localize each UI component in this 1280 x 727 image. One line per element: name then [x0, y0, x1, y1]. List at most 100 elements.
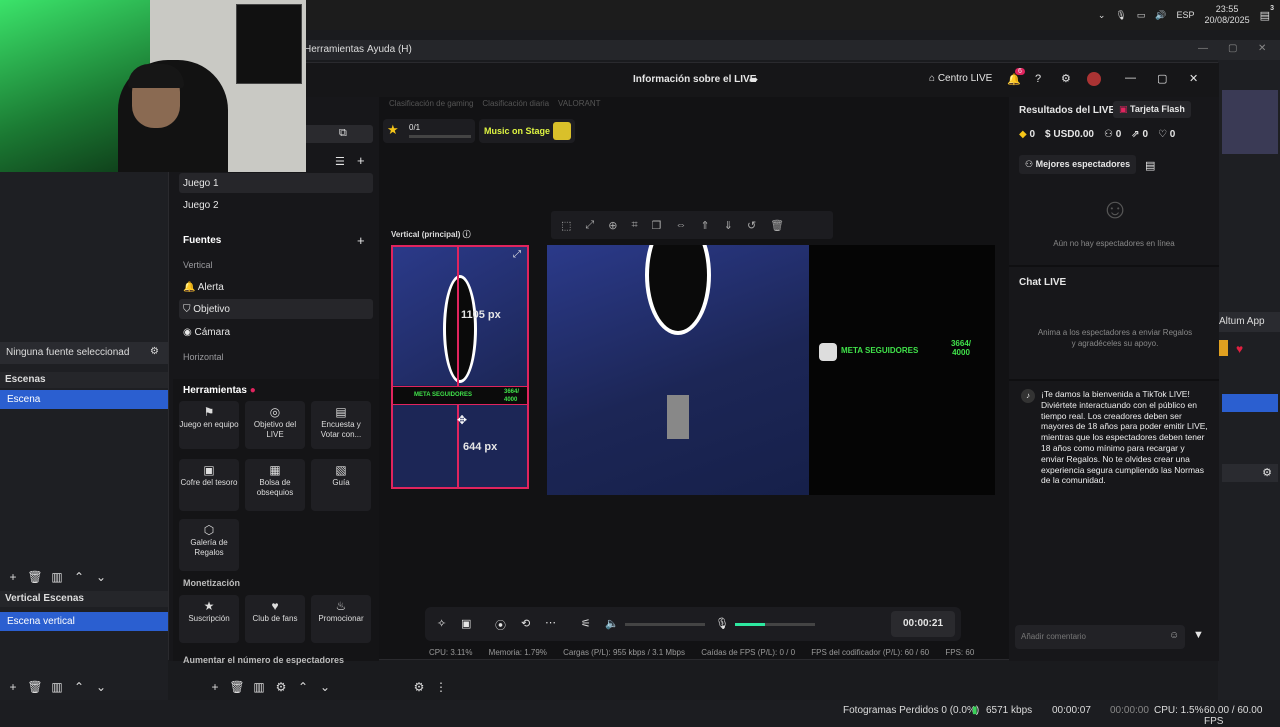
source-alerta[interactable]: 🔔 Alerta	[179, 277, 373, 297]
arrow-down-icon[interactable]: ⌄	[94, 570, 108, 584]
tag-valorant[interactable]: VALORANT	[558, 99, 601, 108]
more-icon[interactable]: ⋯	[545, 616, 556, 629]
horizontal-preview[interactable]: META SEGUIDORES 3664/ 4000	[547, 245, 995, 495]
gear-icon[interactable]: ⚙	[412, 680, 426, 694]
settings-sliders-icon[interactable]: ⚟	[581, 617, 591, 630]
source-camara[interactable]: ◉ Cámara	[179, 322, 373, 342]
filter-icon[interactable]: ▥	[50, 680, 64, 694]
best-viewers-tab[interactable]: ⚇ Mejores espectadores	[1019, 155, 1137, 174]
tool-galeria[interactable]: ⬡ Galería de Regalos	[179, 519, 239, 571]
gear-icon[interactable]: ⚙	[1262, 466, 1272, 479]
arrow-up-icon[interactable]: ⌃	[72, 570, 86, 584]
tool-bolsa[interactable]: ▦ Bolsa de obsequios	[245, 459, 305, 511]
centro-live-button[interactable]: ⌂ Centro LIVE	[929, 73, 992, 84]
tool-promocionar[interactable]: ♨ Promocionar	[311, 595, 371, 643]
mic-icon[interactable]: 🎙	[1115, 10, 1126, 21]
tool-guia[interactable]: ▧ Guía	[311, 459, 371, 511]
stars-goal-widget[interactable]: ★ 0/1	[383, 119, 475, 143]
list-icon[interactable]: ▤	[1145, 159, 1155, 172]
record-icon[interactable]: ⦿	[495, 617, 506, 633]
vertical-scene-item[interactable]: Escena vertical	[0, 612, 168, 631]
tool-objetivo[interactable]: ◎ Objetivo del LIVE	[245, 401, 305, 449]
more-vertical-icon[interactable]: ⋮	[434, 680, 448, 694]
tool-encuesta[interactable]: ▤ Encuesta y Votar con...	[311, 401, 371, 449]
arrow-up-icon[interactable]: ⌃	[296, 680, 310, 694]
tool-cofre[interactable]: ▣ Cofre del tesoro	[179, 459, 239, 511]
tag-gaming[interactable]: Clasificación de gaming	[389, 99, 474, 108]
minimize-icon[interactable]: —	[1198, 43, 1208, 54]
language-indicator[interactable]: ESP	[1177, 10, 1195, 20]
selected-item[interactable]	[1222, 394, 1278, 412]
layer-down-icon[interactable]: ⇓	[724, 219, 733, 232]
heart-icon[interactable]: ♥	[1236, 342, 1243, 356]
notification-icon[interactable]: ▤ 3	[1260, 5, 1274, 22]
altum-app-button[interactable]: Altum App	[1214, 312, 1280, 332]
move-icon[interactable]: ✥	[457, 413, 467, 427]
rotate-icon[interactable]: ↺	[747, 219, 756, 232]
emoji-icon[interactable]: ☺	[1169, 630, 1179, 641]
add-icon[interactable]: +	[6, 680, 20, 694]
comment-input[interactable]: Añadir comentario ☺	[1015, 625, 1185, 649]
music-on-stage-button[interactable]: Music on Stage	[479, 119, 575, 143]
tool-juego-en-equipo[interactable]: ⚑ Juego en equipo	[179, 401, 239, 449]
avatar[interactable]	[1087, 72, 1101, 86]
arrow-up-icon[interactable]: ⌃	[72, 680, 86, 694]
fit-icon[interactable]: ⬚	[561, 219, 571, 232]
maximize-icon[interactable]: ▢	[1157, 72, 1167, 85]
source-objetivo[interactable]: ⛉ Objetivo	[179, 299, 373, 319]
center-icon[interactable]: ⊕	[608, 219, 617, 232]
list-item[interactable]: ⚙	[1222, 464, 1278, 482]
clock[interactable]: 23:55 20/08/2025	[1205, 4, 1250, 26]
layer-up-icon[interactable]: ⇑	[701, 219, 710, 232]
menu-herramientas[interactable]: Herramientas	[304, 44, 364, 55]
volume-slider[interactable]	[625, 623, 705, 626]
add-scene-icon[interactable]: +	[357, 153, 365, 168]
copy-icon[interactable]: ❐	[652, 219, 662, 232]
trash-icon[interactable]: 🗑	[27, 570, 42, 584]
filter-icon[interactable]: ▥	[50, 570, 64, 584]
fill-icon[interactable]: ⤢	[585, 219, 594, 232]
add-icon[interactable]: +	[6, 570, 20, 584]
tool-suscripcion[interactable]: ★ Suscripción	[179, 595, 239, 643]
volume-icon[interactable]: 🔊	[1155, 10, 1166, 21]
filter-icon[interactable]: ▼	[1193, 629, 1204, 641]
scene-juego-1[interactable]: Juego 1	[179, 173, 373, 193]
arrow-down-icon[interactable]: ⌄	[318, 680, 332, 694]
magic-icon[interactable]: ✧	[437, 617, 446, 630]
selection-box[interactable]	[391, 245, 529, 489]
list-icon[interactable]: ☰	[335, 155, 345, 168]
close-icon[interactable]: ✕	[1189, 72, 1198, 85]
scene-juego-2[interactable]: Juego 2	[179, 195, 373, 215]
gear-icon[interactable]: ⚙	[274, 680, 288, 694]
screen-icon[interactable]: ▣	[461, 617, 471, 630]
delete-icon[interactable]: 🗑	[770, 219, 784, 232]
flip-icon[interactable]: ⇔	[676, 219, 687, 231]
share-icon[interactable]: ➦	[749, 73, 758, 86]
tag-daily[interactable]: Clasificación diaria	[482, 99, 549, 108]
trash-icon[interactable]: 🗑	[229, 680, 244, 694]
expand-icon[interactable]: ⤢	[513, 249, 521, 260]
gear-icon[interactable]: ⚙	[150, 346, 159, 357]
chevron-up-icon[interactable]: ⌄	[1098, 10, 1106, 21]
maximize-icon[interactable]: ▢	[1228, 43, 1237, 54]
mic-slider[interactable]	[735, 623, 815, 626]
add-source-icon[interactable]: +	[357, 233, 365, 248]
trash-icon[interactable]: 🗑	[27, 680, 42, 694]
add-icon[interactable]: +	[208, 680, 222, 694]
info-icon[interactable]: ⓘ	[463, 230, 471, 239]
crop-icon[interactable]: ⌗	[631, 219, 637, 232]
replay-icon[interactable]: ⟲	[521, 617, 530, 630]
increase-viewers-link[interactable]: Aumentar el número de espectadores	[183, 655, 344, 665]
arrow-down-icon[interactable]: ⌄	[94, 680, 108, 694]
vertical-preview[interactable]: 1105 px META SEGUIDORES 3664/ 4000 ✥ 644…	[391, 245, 529, 489]
close-icon[interactable]: ✕	[1258, 43, 1266, 54]
volume-icon[interactable]: 🔈	[605, 617, 619, 630]
minimize-icon[interactable]: —	[1125, 72, 1136, 84]
filter-icon[interactable]: ▥	[252, 680, 266, 694]
menu-ayuda[interactable]: Ayuda (H)	[367, 44, 412, 55]
help-icon[interactable]: ?	[1035, 73, 1041, 85]
network-icon[interactable]: ▭	[1137, 10, 1146, 21]
flash-card-button[interactable]: ▣ Tarjeta Flash	[1113, 101, 1191, 118]
tool-club-de-fans[interactable]: ♥ Club de fans	[245, 595, 305, 643]
scene-item[interactable]: Escena	[0, 390, 168, 409]
